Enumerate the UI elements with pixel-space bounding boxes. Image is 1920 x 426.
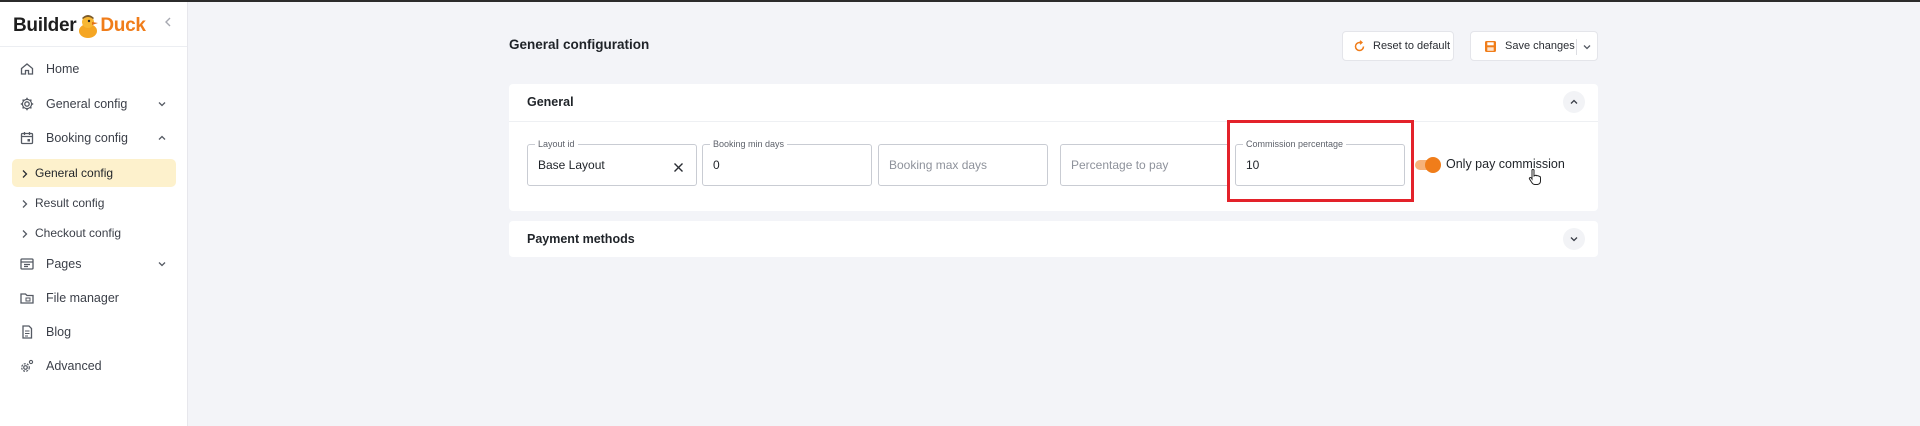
- sidebar-item-label: File manager: [46, 291, 119, 305]
- clear-icon[interactable]: [673, 160, 684, 172]
- sidebar-item-booking-config[interactable]: Booking config: [0, 123, 187, 153]
- logo[interactable]: Builder Duck: [13, 10, 146, 42]
- only-pay-commission-toggle[interactable]: [1415, 157, 1441, 173]
- chevron-down-icon[interactable]: [1581, 41, 1593, 53]
- percentage-to-pay-input[interactable]: Percentage to pay: [1060, 144, 1230, 186]
- layout-id-label: Layout id: [535, 139, 578, 150]
- chevron-down-icon: [1570, 237, 1578, 242]
- sidebar-item-label: Advanced: [46, 359, 102, 373]
- chevron-right-icon: [20, 168, 29, 178]
- sidebar-subitem-checkout-config[interactable]: Checkout config: [12, 219, 176, 247]
- save-label: Save changes: [1505, 40, 1575, 52]
- sidebar-item-label: Home: [46, 62, 80, 76]
- sidebar-item-general-config[interactable]: General config: [0, 89, 187, 119]
- collapse-sidebar-icon[interactable]: [163, 15, 175, 31]
- chevron-up-icon: [156, 132, 168, 144]
- reset-label: Reset to default: [1373, 40, 1451, 52]
- booking-min-days-value: 0: [713, 158, 720, 172]
- button-separator: [1576, 39, 1577, 55]
- folder-icon: [19, 290, 35, 306]
- window-top-border: [0, 0, 1920, 2]
- document-icon: [19, 324, 35, 340]
- sidebar-item-advanced[interactable]: Advanced: [0, 351, 187, 381]
- chevron-down-icon: [156, 98, 168, 110]
- layout-id-select[interactable]: Layout id Base Layout: [527, 139, 697, 186]
- hand-cursor-icon: [1528, 168, 1542, 186]
- save-icon: [1484, 40, 1497, 53]
- reset-icon: [1353, 40, 1366, 53]
- chevron-right-icon: [20, 228, 29, 238]
- highlight-box: [1227, 120, 1414, 202]
- home-icon: [19, 61, 35, 77]
- sidebar-subitem-label: Result config: [35, 196, 105, 210]
- sidebar: Builder Duck Home General config Booking…: [0, 2, 188, 426]
- save-changes-button[interactable]: Save changes: [1470, 31, 1598, 61]
- chevron-up-icon: [1570, 99, 1578, 104]
- gear-icon: [19, 96, 35, 112]
- payment-methods-title: Payment methods: [527, 232, 635, 246]
- booking-max-days-input[interactable]: Booking max days: [878, 144, 1048, 186]
- booking-max-days-placeholder: Booking max days: [889, 158, 988, 172]
- chevron-down-icon: [156, 258, 168, 270]
- layout-id-value: Base Layout: [538, 158, 605, 172]
- booking-min-days-label: Booking min days: [710, 139, 788, 150]
- booking-min-days-input[interactable]: Booking min days 0: [702, 139, 872, 186]
- sidebar-item-label: Booking config: [46, 131, 129, 145]
- sidebar-item-label: Blog: [46, 325, 72, 339]
- calendar-icon: [19, 130, 35, 146]
- page-title: General configuration: [509, 37, 650, 52]
- sidebar-subitem-label: General config: [35, 166, 114, 180]
- duck-icon: [77, 13, 99, 39]
- toggle-knob: [1425, 157, 1441, 173]
- logo-text-duck: Duck: [100, 15, 146, 36]
- percentage-to-pay-placeholder: Percentage to pay: [1071, 158, 1169, 172]
- sidebar-item-home[interactable]: Home: [0, 54, 187, 84]
- payment-methods-panel[interactable]: Payment methods: [509, 221, 1598, 257]
- general-panel: General Layout id Base Layout Booking mi…: [509, 84, 1598, 211]
- only-pay-commission-label: Only pay commission: [1446, 157, 1565, 171]
- panel-divider: [509, 121, 1598, 122]
- sidebar-subitem-result-config[interactable]: Result config: [12, 189, 176, 217]
- sidebar-subitem-label: Checkout config: [35, 226, 122, 240]
- sidebar-subitem-general-config[interactable]: General config: [12, 159, 176, 187]
- expand-payment-methods-button[interactable]: [1563, 228, 1585, 250]
- logo-text-builder: Builder: [13, 15, 77, 36]
- pages-icon: [19, 256, 35, 272]
- reset-to-default-button[interactable]: Reset to default: [1342, 31, 1454, 61]
- chevron-right-icon: [20, 198, 29, 208]
- sidebar-item-blog[interactable]: Blog: [0, 317, 187, 347]
- advanced-gear-icon: [19, 358, 35, 374]
- sidebar-item-file-manager[interactable]: File manager: [0, 283, 187, 313]
- general-panel-title: General: [527, 95, 574, 109]
- sidebar-divider: [0, 46, 187, 47]
- sidebar-item-label: Pages: [46, 257, 82, 271]
- collapse-general-button[interactable]: [1563, 91, 1585, 113]
- sidebar-item-label: General config: [46, 97, 128, 111]
- sidebar-item-pages[interactable]: Pages: [0, 249, 187, 279]
